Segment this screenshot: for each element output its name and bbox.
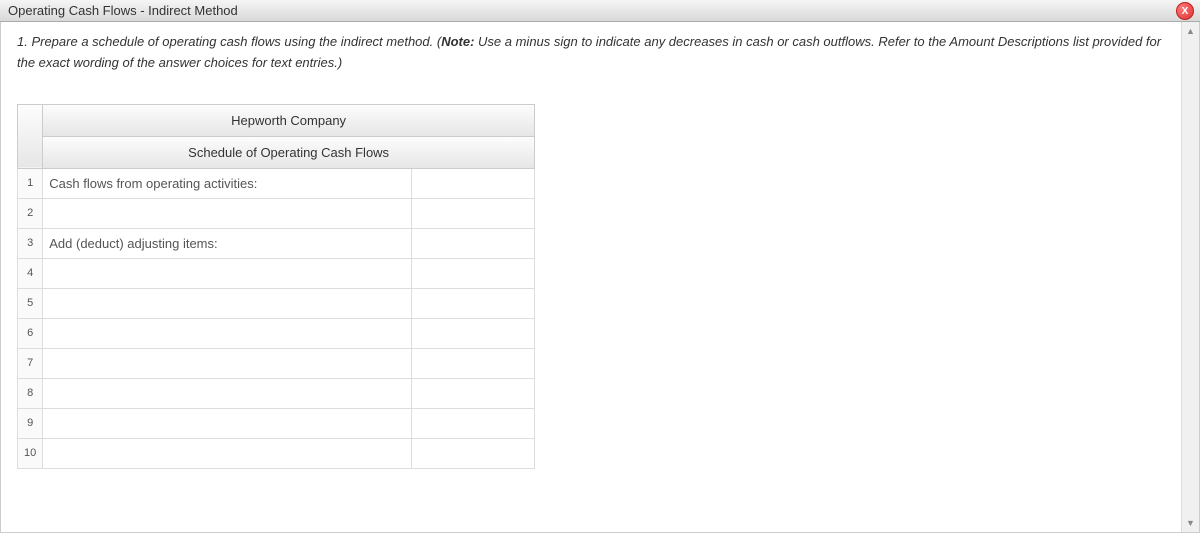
- amount-cell[interactable]: [412, 378, 535, 408]
- amount-cell[interactable]: [412, 348, 535, 378]
- table-row: 5: [18, 288, 535, 318]
- amount-cell[interactable]: [412, 168, 535, 198]
- amount-cell[interactable]: [412, 198, 535, 228]
- instructions: 1. Prepare a schedule of operating cash …: [17, 32, 1165, 74]
- description-cell[interactable]: Cash flows from operating activities:: [43, 168, 412, 198]
- scroll-up-icon[interactable]: ▲: [1182, 22, 1199, 40]
- row-num-header: [18, 104, 43, 168]
- row-number: 4: [18, 258, 43, 288]
- table-row: 9: [18, 408, 535, 438]
- row-number: 10: [18, 438, 43, 468]
- table-row: 2: [18, 198, 535, 228]
- description-cell[interactable]: [43, 258, 412, 288]
- table-row: 6: [18, 318, 535, 348]
- table-row: 10: [18, 438, 535, 468]
- description-cell[interactable]: [43, 348, 412, 378]
- amount-cell[interactable]: [412, 258, 535, 288]
- amount-cell[interactable]: [412, 288, 535, 318]
- table-row: 3Add (deduct) adjusting items:: [18, 228, 535, 258]
- row-number: 7: [18, 348, 43, 378]
- description-cell[interactable]: [43, 318, 412, 348]
- scrollbar[interactable]: ▲ ▼: [1181, 22, 1199, 532]
- row-number: 5: [18, 288, 43, 318]
- window-titlebar: Operating Cash Flows - Indirect Method X: [0, 0, 1200, 22]
- table-row: 8: [18, 378, 535, 408]
- amount-cell[interactable]: [412, 228, 535, 258]
- row-number: 8: [18, 378, 43, 408]
- table-row: 7: [18, 348, 535, 378]
- row-number: 1: [18, 168, 43, 198]
- close-icon: X: [1182, 6, 1189, 17]
- row-number: 3: [18, 228, 43, 258]
- schedule-table: Hepworth Company Schedule of Operating C…: [17, 104, 535, 469]
- row-number: 9: [18, 408, 43, 438]
- content-wrap: 1. Prepare a schedule of operating cash …: [0, 22, 1200, 533]
- scroll-down-icon[interactable]: ▼: [1182, 514, 1199, 532]
- amount-cell[interactable]: [412, 438, 535, 468]
- amount-cell[interactable]: [412, 408, 535, 438]
- description-cell[interactable]: [43, 288, 412, 318]
- description-cell[interactable]: Add (deduct) adjusting items:: [43, 228, 412, 258]
- description-cell[interactable]: [43, 408, 412, 438]
- content-area: 1. Prepare a schedule of operating cash …: [1, 22, 1181, 532]
- window-title: Operating Cash Flows - Indirect Method: [8, 3, 238, 18]
- company-name: Hepworth Company: [43, 104, 535, 136]
- amount-cell[interactable]: [412, 318, 535, 348]
- table-row: 4: [18, 258, 535, 288]
- schedule-title: Schedule of Operating Cash Flows: [43, 136, 535, 168]
- close-button[interactable]: X: [1176, 2, 1194, 20]
- schedule-header-row-1: Hepworth Company: [18, 104, 535, 136]
- note-label: Note:: [441, 34, 474, 49]
- row-number: 6: [18, 318, 43, 348]
- description-cell[interactable]: [43, 378, 412, 408]
- table-row: 1Cash flows from operating activities:: [18, 168, 535, 198]
- schedule-header-row-2: Schedule of Operating Cash Flows: [18, 136, 535, 168]
- instructions-prefix: 1. Prepare a schedule of operating cash …: [17, 34, 441, 49]
- row-number: 2: [18, 198, 43, 228]
- description-cell[interactable]: [43, 438, 412, 468]
- description-cell[interactable]: [43, 198, 412, 228]
